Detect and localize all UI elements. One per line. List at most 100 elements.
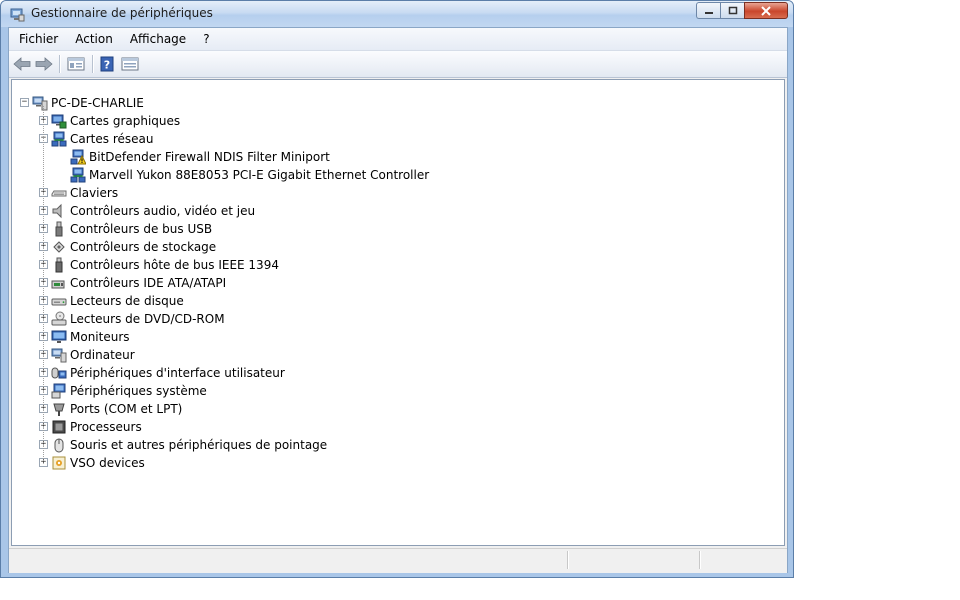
tree-node-label: BitDefender Firewall NDIS Filter Minipor… — [89, 150, 330, 164]
tree-node-label: Périphériques d'interface utilisateur — [70, 366, 285, 380]
menu-help[interactable]: ? — [196, 32, 216, 46]
status-pane-divider — [699, 551, 701, 569]
firewire-icon — [51, 257, 67, 273]
toolbar-separator — [59, 55, 60, 73]
tree-category-node[interactable]: + Périphériques système — [12, 382, 782, 400]
maximize-icon — [728, 6, 737, 15]
tree-category-node[interactable]: + VSO devices — [12, 454, 782, 472]
tree-category-node[interactable]: + Ports (COM et LPT) — [12, 400, 782, 418]
tree-node-label: Contrôleurs audio, vidéo et jeu — [70, 204, 256, 218]
collapse-toggle[interactable]: − — [20, 98, 29, 107]
help-button[interactable]: ? — [97, 55, 117, 73]
update-driver-button[interactable] — [120, 55, 140, 73]
dvd-drive-icon — [51, 311, 67, 327]
tree-node-label: Lecteurs de DVD/CD-ROM — [70, 312, 225, 326]
status-pane-divider — [567, 551, 569, 569]
properties-view-icon — [67, 57, 85, 71]
tree-category-node[interactable]: + Contrôleurs audio, vidéo et jeu — [12, 202, 782, 220]
tree-node-label: Moniteurs — [70, 330, 130, 344]
tree-node-label: Cartes graphiques — [70, 114, 181, 128]
tree-node-label: Ordinateur — [70, 348, 135, 362]
minimize-icon — [704, 11, 713, 14]
menu-action[interactable]: Action — [68, 32, 120, 46]
tree-node-label: PC-DE-CHARLIE — [51, 96, 144, 110]
tree-node-label: Périphériques système — [70, 384, 207, 398]
back-arrow-icon — [13, 57, 31, 71]
window-title: Gestionnaire de périphériques — [31, 6, 213, 20]
tree-category-node[interactable]: + Claviers — [12, 184, 782, 202]
menu-bar: Fichier Action Affichage ? — [9, 28, 787, 51]
tree-node-label: Contrôleurs de stockage — [70, 240, 217, 254]
window-client-area: Fichier Action Affichage ? ? − PC-DE-CHA… — [8, 27, 788, 573]
tree-category-node[interactable]: + Contrôleurs de bus USB — [12, 220, 782, 238]
forward-arrow-icon — [35, 57, 53, 71]
port-icon — [51, 401, 67, 417]
tree-category-node[interactable]: + Contrôleurs IDE ATA/ATAPI — [12, 274, 782, 292]
tree-category-node[interactable]: + Périphériques d'interface utilisateur — [12, 364, 782, 382]
tree-device-node[interactable]: Marvell Yukon 88E8053 PCI-E Gigabit Ethe… — [12, 166, 782, 184]
tree-node-label: Contrôleurs IDE ATA/ATAPI — [70, 276, 227, 290]
mouse-icon — [51, 437, 67, 453]
disk-drive-icon — [51, 293, 67, 309]
tree-category-node[interactable]: + Cartes graphiques — [12, 112, 782, 130]
back-button[interactable] — [12, 55, 32, 73]
tree-node-label: Claviers — [70, 186, 119, 200]
close-button[interactable] — [744, 2, 788, 19]
keyboard-icon — [51, 185, 67, 201]
tree-node-label: Contrôleurs hôte de bus IEEE 1394 — [70, 258, 279, 272]
tree-guide-line — [43, 106, 44, 461]
tree-node-label: Souris et autres périphériques de pointa… — [70, 438, 328, 452]
vso-device-icon — [51, 455, 67, 471]
network-adapter-icon — [70, 167, 86, 183]
system-device-icon — [51, 383, 67, 399]
network-warning-icon — [70, 149, 87, 165]
window-controls — [696, 2, 788, 20]
tree-category-node[interactable]: + Lecteurs de disque — [12, 292, 782, 310]
tree-node-label: Lecteurs de disque — [70, 294, 184, 308]
forward-button[interactable] — [34, 55, 54, 73]
tree-category-node[interactable]: + Lecteurs de DVD/CD-ROM — [12, 310, 782, 328]
tree-node-label: Ports (COM et LPT) — [70, 402, 183, 416]
update-driver-icon — [121, 57, 139, 71]
title-bar[interactable]: Gestionnaire de périphériques — [1, 1, 793, 27]
status-bar — [9, 548, 787, 573]
tree-root-node[interactable]: − PC-DE-CHARLIE — [12, 94, 782, 112]
close-icon — [761, 5, 771, 16]
help-icon: ? — [100, 56, 114, 72]
menu-fichier[interactable]: Fichier — [12, 32, 65, 46]
ide-controller-icon — [51, 275, 67, 291]
svg-text:?: ? — [104, 59, 110, 72]
tree-node-label: VSO devices — [70, 456, 145, 470]
toolbar-separator — [92, 55, 93, 73]
tree-node-label: Processeurs — [70, 420, 142, 434]
device-manager-icon — [9, 6, 25, 22]
tree-category-node[interactable]: + Contrôleurs de stockage — [12, 238, 782, 256]
tree-node-label: Cartes réseau — [70, 132, 154, 146]
processor-icon — [51, 419, 67, 435]
properties-view-button[interactable] — [66, 55, 86, 73]
hid-icon — [51, 365, 67, 381]
tree-node-label: Marvell Yukon 88E8053 PCI-E Gigabit Ethe… — [89, 168, 430, 182]
display-adapter-icon — [51, 113, 67, 129]
tree-node-label: Contrôleurs de bus USB — [70, 222, 213, 236]
monitor-icon — [51, 329, 67, 345]
toolbar: ? — [9, 51, 787, 78]
minimize-button[interactable] — [696, 2, 720, 19]
computer-icon — [32, 95, 48, 111]
tree-category-node[interactable]: + Ordinateur — [12, 346, 782, 364]
tree-category-node[interactable]: + Contrôleurs hôte de bus IEEE 1394 — [12, 256, 782, 274]
tree-category-node[interactable]: − Cartes réseau — [12, 130, 782, 148]
tree-category-node[interactable]: + Moniteurs — [12, 328, 782, 346]
tree-category-node[interactable]: + Souris et autres périphériques de point… — [12, 436, 782, 454]
device-manager-window: Gestionnaire de périphériques Fichier Ac… — [0, 0, 794, 578]
computer-icon — [51, 347, 67, 363]
storage-controller-icon — [51, 239, 67, 255]
menu-affichage[interactable]: Affichage — [123, 32, 193, 46]
network-adapter-icon — [51, 131, 67, 147]
tree-category-node[interactable]: + Processeurs — [12, 418, 782, 436]
device-tree[interactable]: − PC-DE-CHARLIE + Cartes graphiques − Cartes … — [11, 79, 785, 546]
usb-icon — [51, 221, 67, 237]
speaker-icon — [51, 203, 67, 219]
tree-device-node[interactable]: BitDefender Firewall NDIS Filter Minipor… — [12, 148, 782, 166]
maximize-button[interactable] — [720, 2, 744, 19]
